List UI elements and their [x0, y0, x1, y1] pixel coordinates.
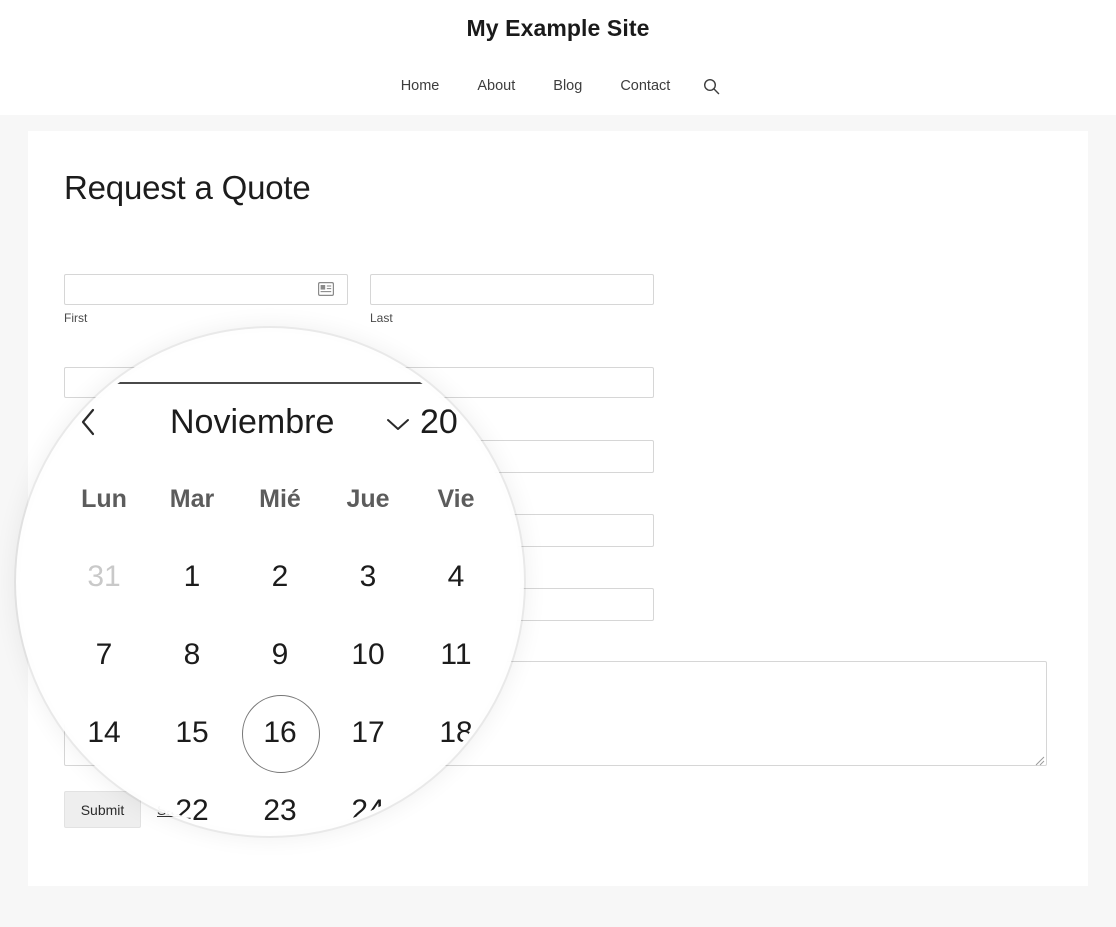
- day-cell[interactable]: 23: [236, 772, 324, 832]
- search-icon[interactable]: [689, 78, 734, 95]
- day-cell[interactable]: 10: [324, 616, 412, 694]
- day-cell[interactable]: 24: [324, 772, 412, 832]
- first-name-sublabel: First: [64, 311, 88, 325]
- day-cell[interactable]: 21: [60, 772, 148, 832]
- datepicker-month-label[interactable]: Noviembre: [170, 402, 334, 442]
- day-cell[interactable]: 9: [236, 616, 324, 694]
- weekday-header-jue: Jue: [346, 485, 390, 513]
- primary-navigation: Home About Blog Contact: [0, 75, 1116, 97]
- magnifier-lens: Noviembre 20 Lun Mar Mié Jue Vie 31 1 2 …: [20, 332, 520, 832]
- chevron-left-icon[interactable]: [72, 402, 106, 442]
- last-name-input[interactable]: [370, 274, 654, 305]
- day-cell[interactable]: 14: [60, 694, 148, 772]
- day-cell[interactable]: 25: [412, 772, 500, 832]
- first-name-input[interactable]: [64, 274, 348, 305]
- site-header: My Example Site Home About Blog Contact: [0, 0, 1116, 115]
- magnifier-content: Noviembre 20 Lun Mar Mié Jue Vie 31 1 2 …: [20, 332, 520, 832]
- datepicker-grid: Lun Mar Mié Jue Vie 31 1 2 3 4 7 8 9 10 …: [60, 460, 520, 832]
- day-cell[interactable]: 17: [324, 694, 412, 772]
- day-cell[interactable]: 7: [60, 616, 148, 694]
- nav-item-contact[interactable]: Contact: [601, 75, 689, 97]
- last-name-sublabel: Last: [370, 311, 393, 325]
- datepicker-week-row: 31 1 2 3 4: [60, 538, 520, 616]
- weekday-header-vie: Vie: [437, 485, 475, 513]
- datepicker-week-row: 14 15 16 17 18: [60, 694, 520, 773]
- day-cell[interactable]: 3: [324, 538, 412, 616]
- day-cell-today[interactable]: 16: [236, 694, 324, 773]
- day-cell[interactable]: 1: [148, 538, 236, 616]
- site-title: My Example Site: [466, 15, 650, 41]
- day-cell[interactable]: 18: [412, 694, 500, 772]
- weekday-header-mie: Mié: [259, 485, 301, 513]
- day-cell[interactable]: 11: [412, 616, 500, 694]
- weekday-header-mar: Mar: [169, 485, 215, 513]
- datepicker-year-label[interactable]: 20: [420, 402, 458, 442]
- day-cell[interactable]: 31: [60, 538, 148, 616]
- datepicker-week-row: 7 8 9 10 11: [60, 616, 520, 694]
- nav-item-home[interactable]: Home: [382, 75, 459, 97]
- weekday-header-lun: Lun: [81, 485, 127, 513]
- day-cell[interactable]: 4: [412, 538, 500, 616]
- nav-item-about[interactable]: About: [458, 75, 534, 97]
- day-cell[interactable]: 22: [148, 772, 236, 832]
- datepicker-weekday-row: Lun Mar Mié Jue Vie: [60, 460, 520, 538]
- day-cell[interactable]: 15: [148, 694, 236, 772]
- datepicker-week-row: 21 22 23 24 25: [60, 772, 520, 832]
- nav-item-blog[interactable]: Blog: [534, 75, 601, 97]
- day-cell[interactable]: 2: [236, 538, 324, 616]
- page-title: Request a Quote: [64, 169, 311, 206]
- day-cell[interactable]: 8: [148, 616, 236, 694]
- chevron-down-icon[interactable]: [385, 416, 411, 437]
- contact-card-autofill-icon[interactable]: [318, 282, 335, 297]
